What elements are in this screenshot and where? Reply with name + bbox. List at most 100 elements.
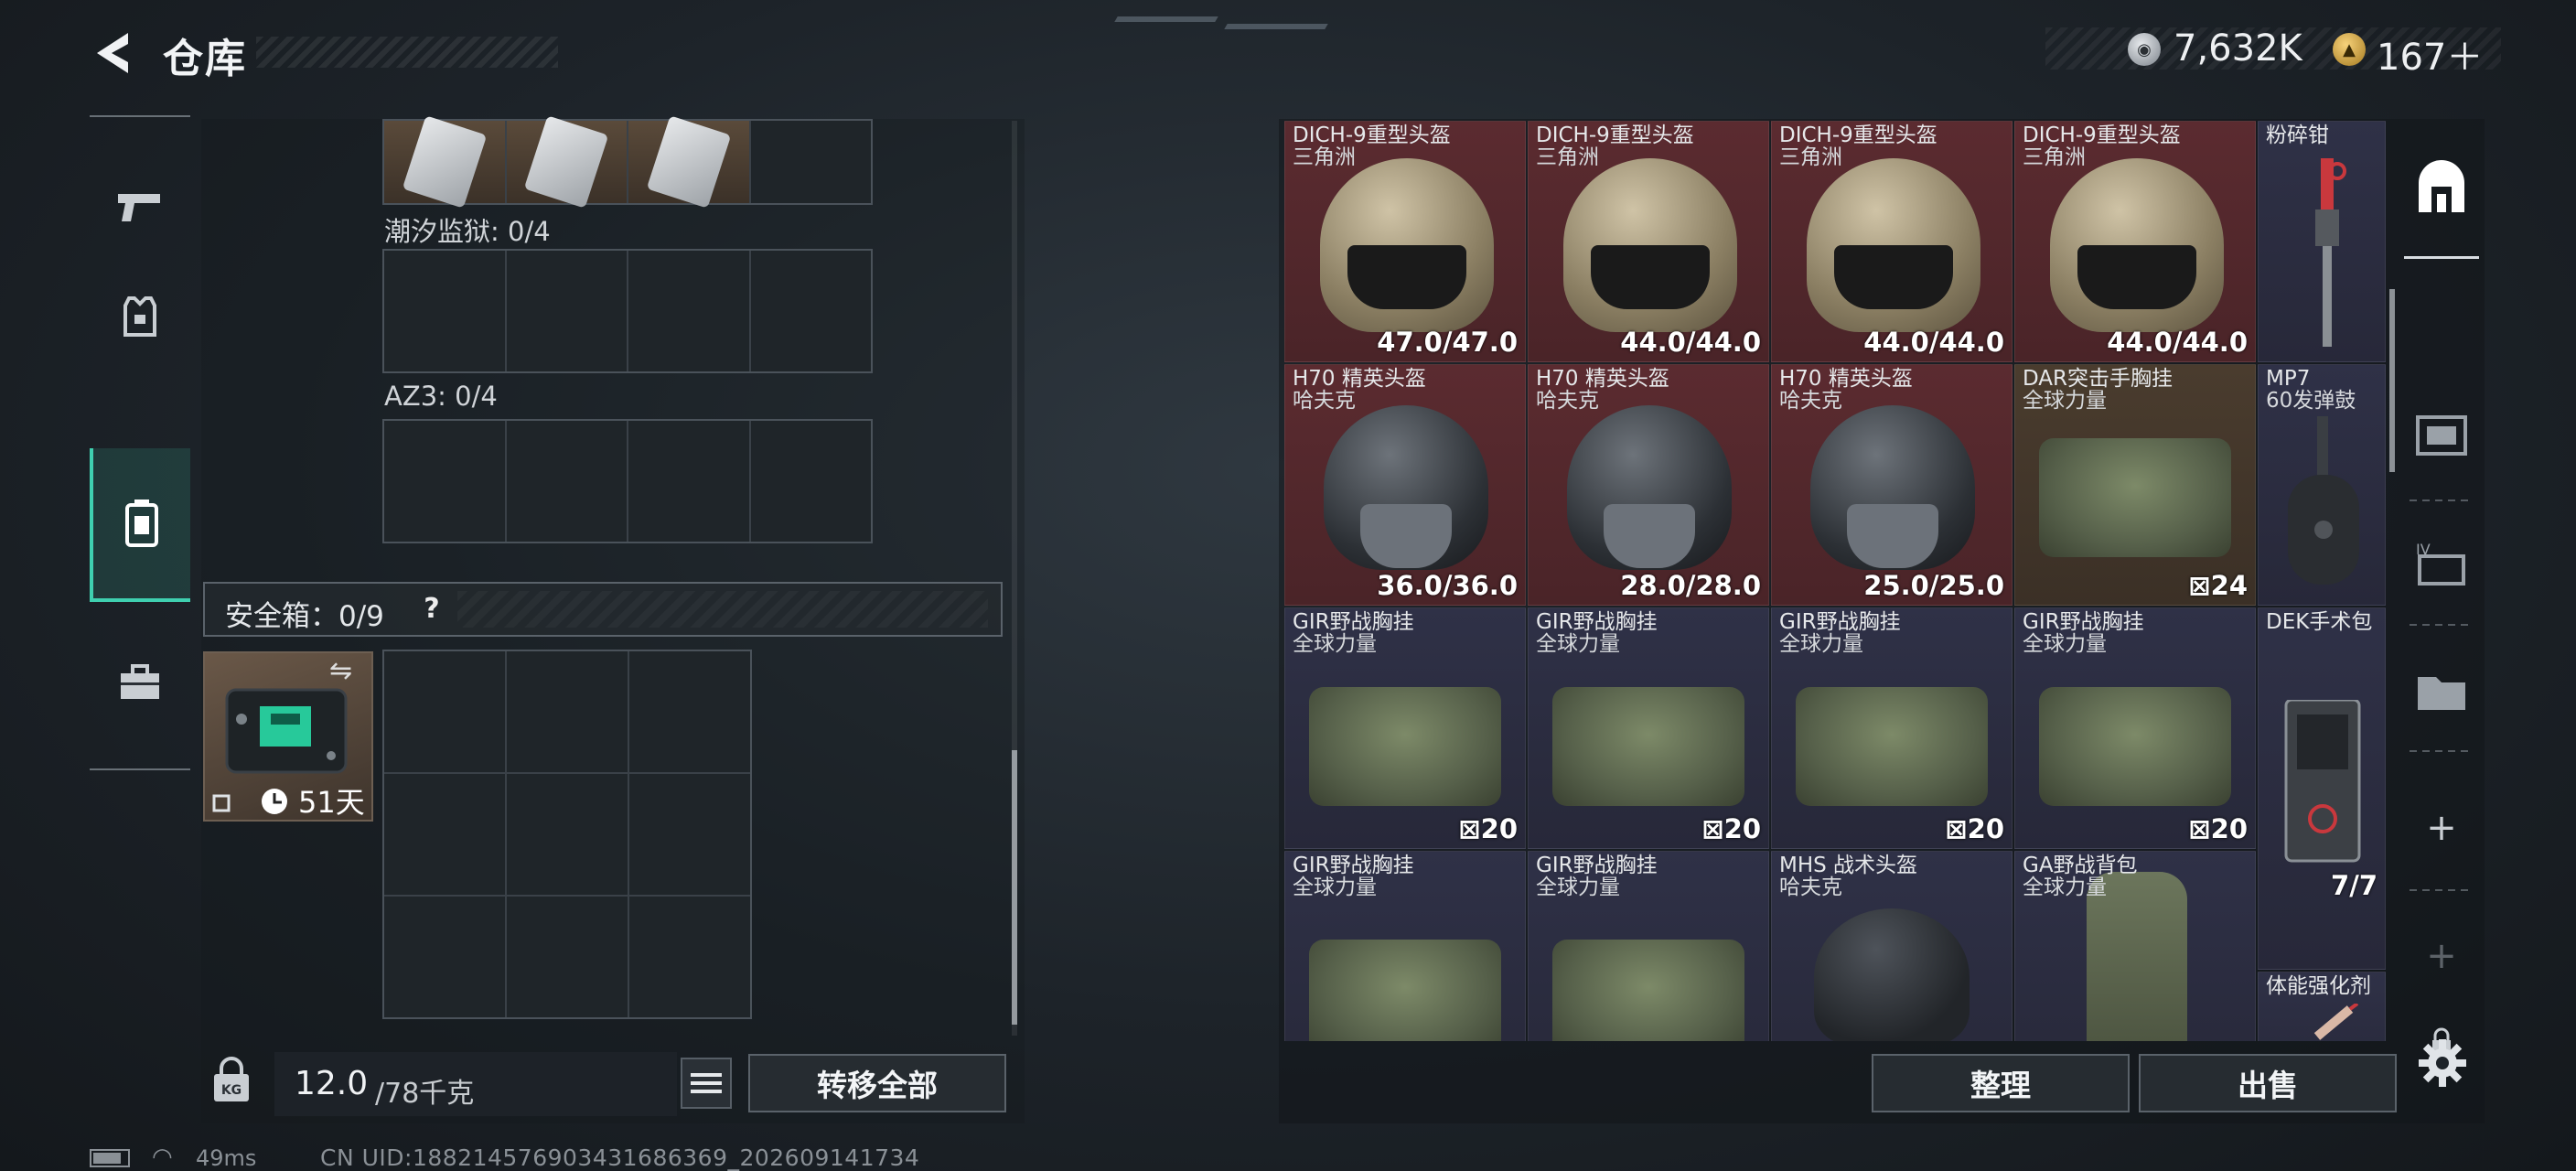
keycard-item[interactable] — [384, 115, 505, 209]
chest-rig-icon — [1552, 687, 1744, 806]
inventory-item[interactable]: GIR野战胸挂 全球力量 ⊠20 — [2014, 607, 2256, 849]
list-icon — [691, 1073, 722, 1077]
empty-slot[interactable] — [629, 651, 750, 772]
case-days-remaining: 51天 — [298, 785, 365, 820]
empty-slot[interactable] — [628, 251, 749, 371]
inventory-item[interactable]: 粉碎钳 — [2258, 121, 2386, 362]
inventory-item[interactable]: DICH-9重型头盔 三角洲 44.0/44.0 — [2014, 121, 2256, 362]
warehouse-page-main[interactable] — [2400, 137, 2483, 238]
item-origin: 全球力量 — [1536, 632, 1620, 656]
empty-slot[interactable] — [506, 251, 627, 371]
armor-icon — [123, 296, 156, 337]
warehouse-page-4[interactable] — [2400, 640, 2483, 741]
inventory-item[interactable]: MP7 60发弹鼓 — [2258, 364, 2386, 606]
chest-rig-icon — [2039, 438, 2231, 557]
add-page-button[interactable]: + — [2400, 778, 2483, 878]
inventory-item[interactable]: GIR野战胸挂 全球力量 ⊠20 — [1528, 607, 1769, 849]
empty-slot[interactable] — [506, 421, 627, 542]
keycard-item[interactable] — [506, 115, 627, 209]
tide-prison-grid — [382, 249, 873, 373]
tab-armor[interactable] — [90, 262, 190, 371]
item-name: DAR突击手胸挂 — [2023, 367, 2174, 391]
empty-slot[interactable] — [629, 774, 750, 895]
inventory-item[interactable]: MHS 战术头盔 哈夫克 — [1771, 851, 2012, 1041]
pistol-icon — [118, 194, 160, 221]
inventory-item[interactable]: DICH-9重型头盔 三角洲 47.0/47.0 — [1284, 121, 1526, 362]
help-icon[interactable]: ? — [412, 588, 452, 628]
sort-button[interactable]: 整理 — [1872, 1054, 2130, 1112]
empty-slot[interactable] — [384, 774, 505, 895]
item-capacity: ⊠20 — [1701, 813, 1761, 844]
item-origin: 全球力量 — [1293, 876, 1377, 899]
inventory-item[interactable]: DEK手术包 7/7 — [2258, 607, 2386, 970]
folder-icon — [2418, 677, 2465, 710]
page-title: 仓库 — [163, 36, 247, 82]
inventory-item[interactable]: H70 精英头盔 哈夫克 36.0/36.0 — [1284, 364, 1526, 606]
capacity-icon: ⊠ — [2188, 570, 2211, 601]
item-name: H70 精英头盔 — [1779, 367, 1913, 391]
empty-slot[interactable] — [750, 421, 871, 542]
item-origin: 哈夫克 — [1293, 389, 1356, 413]
empty-slot[interactable] — [384, 897, 505, 1017]
helmet-icon — [1814, 908, 1970, 1041]
inventory-item[interactable]: GIR野战胸挂 全球力量 ⊠20 — [1284, 607, 1526, 849]
item-name: DICH-9重型头盔 — [1779, 124, 1937, 147]
scrollbar-thumb[interactable] — [1012, 750, 1017, 1025]
item-name: GIR野战胸挂 — [1536, 854, 1658, 877]
capacity-icon: ⊠ — [1945, 813, 1968, 844]
item-durability: 47.0/47.0 — [1377, 327, 1518, 358]
toolbox-icon — [121, 664, 159, 699]
item-origin: 60发弹鼓 — [2266, 389, 2356, 413]
warehouse-page-2[interactable] — [2400, 384, 2483, 485]
swap-icon[interactable]: ⇋ — [329, 655, 352, 687]
warehouse-page-3[interactable]: IV — [2400, 512, 2483, 613]
empty-slot[interactable] — [507, 774, 628, 895]
empty-slot[interactable] — [507, 897, 628, 1017]
empty-slot[interactable] — [384, 421, 505, 542]
list-view-button[interactable] — [681, 1058, 732, 1109]
empty-slot[interactable] — [384, 251, 505, 371]
item-durability: 44.0/44.0 — [2107, 327, 2248, 358]
empty-slot[interactable] — [507, 651, 628, 772]
surgery-kit-icon — [2284, 700, 2361, 863]
keycard-item[interactable] — [628, 115, 749, 209]
sell-button[interactable]: 出售 — [2139, 1054, 2397, 1112]
helmet-icon — [1324, 405, 1488, 570]
backpack-icon — [125, 500, 158, 547]
inventory-item[interactable]: GIR野战胸挂 全球力量 ⊠20 — [1771, 607, 2012, 849]
inventory-item[interactable]: H70 精英头盔 哈夫克 25.0/25.0 — [1771, 364, 2012, 606]
capacity-icon: ⊠ — [1458, 813, 1481, 844]
item-capacity: ⊠24 — [2188, 570, 2248, 601]
inventory-item[interactable]: 体能强化剂 — [2258, 972, 2386, 1041]
inventory-item[interactable]: GA野战背包 全球力量 — [2014, 851, 2256, 1041]
inventory-item[interactable]: GIR野战胸挂 全球力量 — [1284, 851, 1526, 1041]
inventory-item[interactable]: DAR突击手胸挂 全球力量 ⊠24 — [2014, 364, 2256, 606]
empty-slot[interactable] — [628, 421, 749, 542]
inventory-item[interactable]: GIR野战胸挂 全球力量 — [1528, 851, 1769, 1041]
gold-amount-button[interactable]: 167＋ — [2377, 27, 2483, 81]
tab-backpack[interactable] — [90, 448, 190, 602]
inventory-item[interactable]: H70 精英头盔 哈夫克 28.0/28.0 — [1528, 364, 1769, 606]
item-origin: 哈夫克 — [1536, 389, 1599, 413]
empty-slot[interactable] — [750, 121, 871, 203]
tab-divider — [90, 115, 190, 117]
tab-weapons[interactable] — [90, 152, 190, 262]
nav-divider — [2410, 500, 2474, 501]
empty-slot[interactable] — [629, 897, 750, 1017]
tab-tools[interactable] — [90, 628, 190, 737]
empty-slot[interactable] — [750, 251, 871, 371]
item-origin: 三角洲 — [1779, 145, 1842, 169]
settings-button[interactable] — [2415, 1036, 2470, 1090]
inventory-item[interactable]: DICH-9重型头盔 三角洲 44.0/44.0 — [1771, 121, 2012, 362]
warehouse-scrollbar[interactable] — [2389, 289, 2395, 472]
chest-rig-icon — [1552, 940, 1744, 1041]
transfer-all-button[interactable]: 转移全部 — [748, 1054, 1006, 1112]
pliers-icon — [2315, 158, 2346, 347]
nav-divider — [2410, 889, 2474, 891]
warehouse-grid: DICH-9重型头盔 三角洲 47.0/47.0 DICH-9重型头盔 三角洲 … — [1284, 121, 2386, 1041]
back-button[interactable] — [90, 27, 135, 79]
empty-slot[interactable] — [384, 651, 505, 772]
drum-magazine-icon — [2288, 416, 2359, 585]
inventory-item[interactable]: DICH-9重型头盔 三角洲 44.0/44.0 — [1528, 121, 1769, 362]
svg-text:KG: KG — [221, 1083, 242, 1098]
